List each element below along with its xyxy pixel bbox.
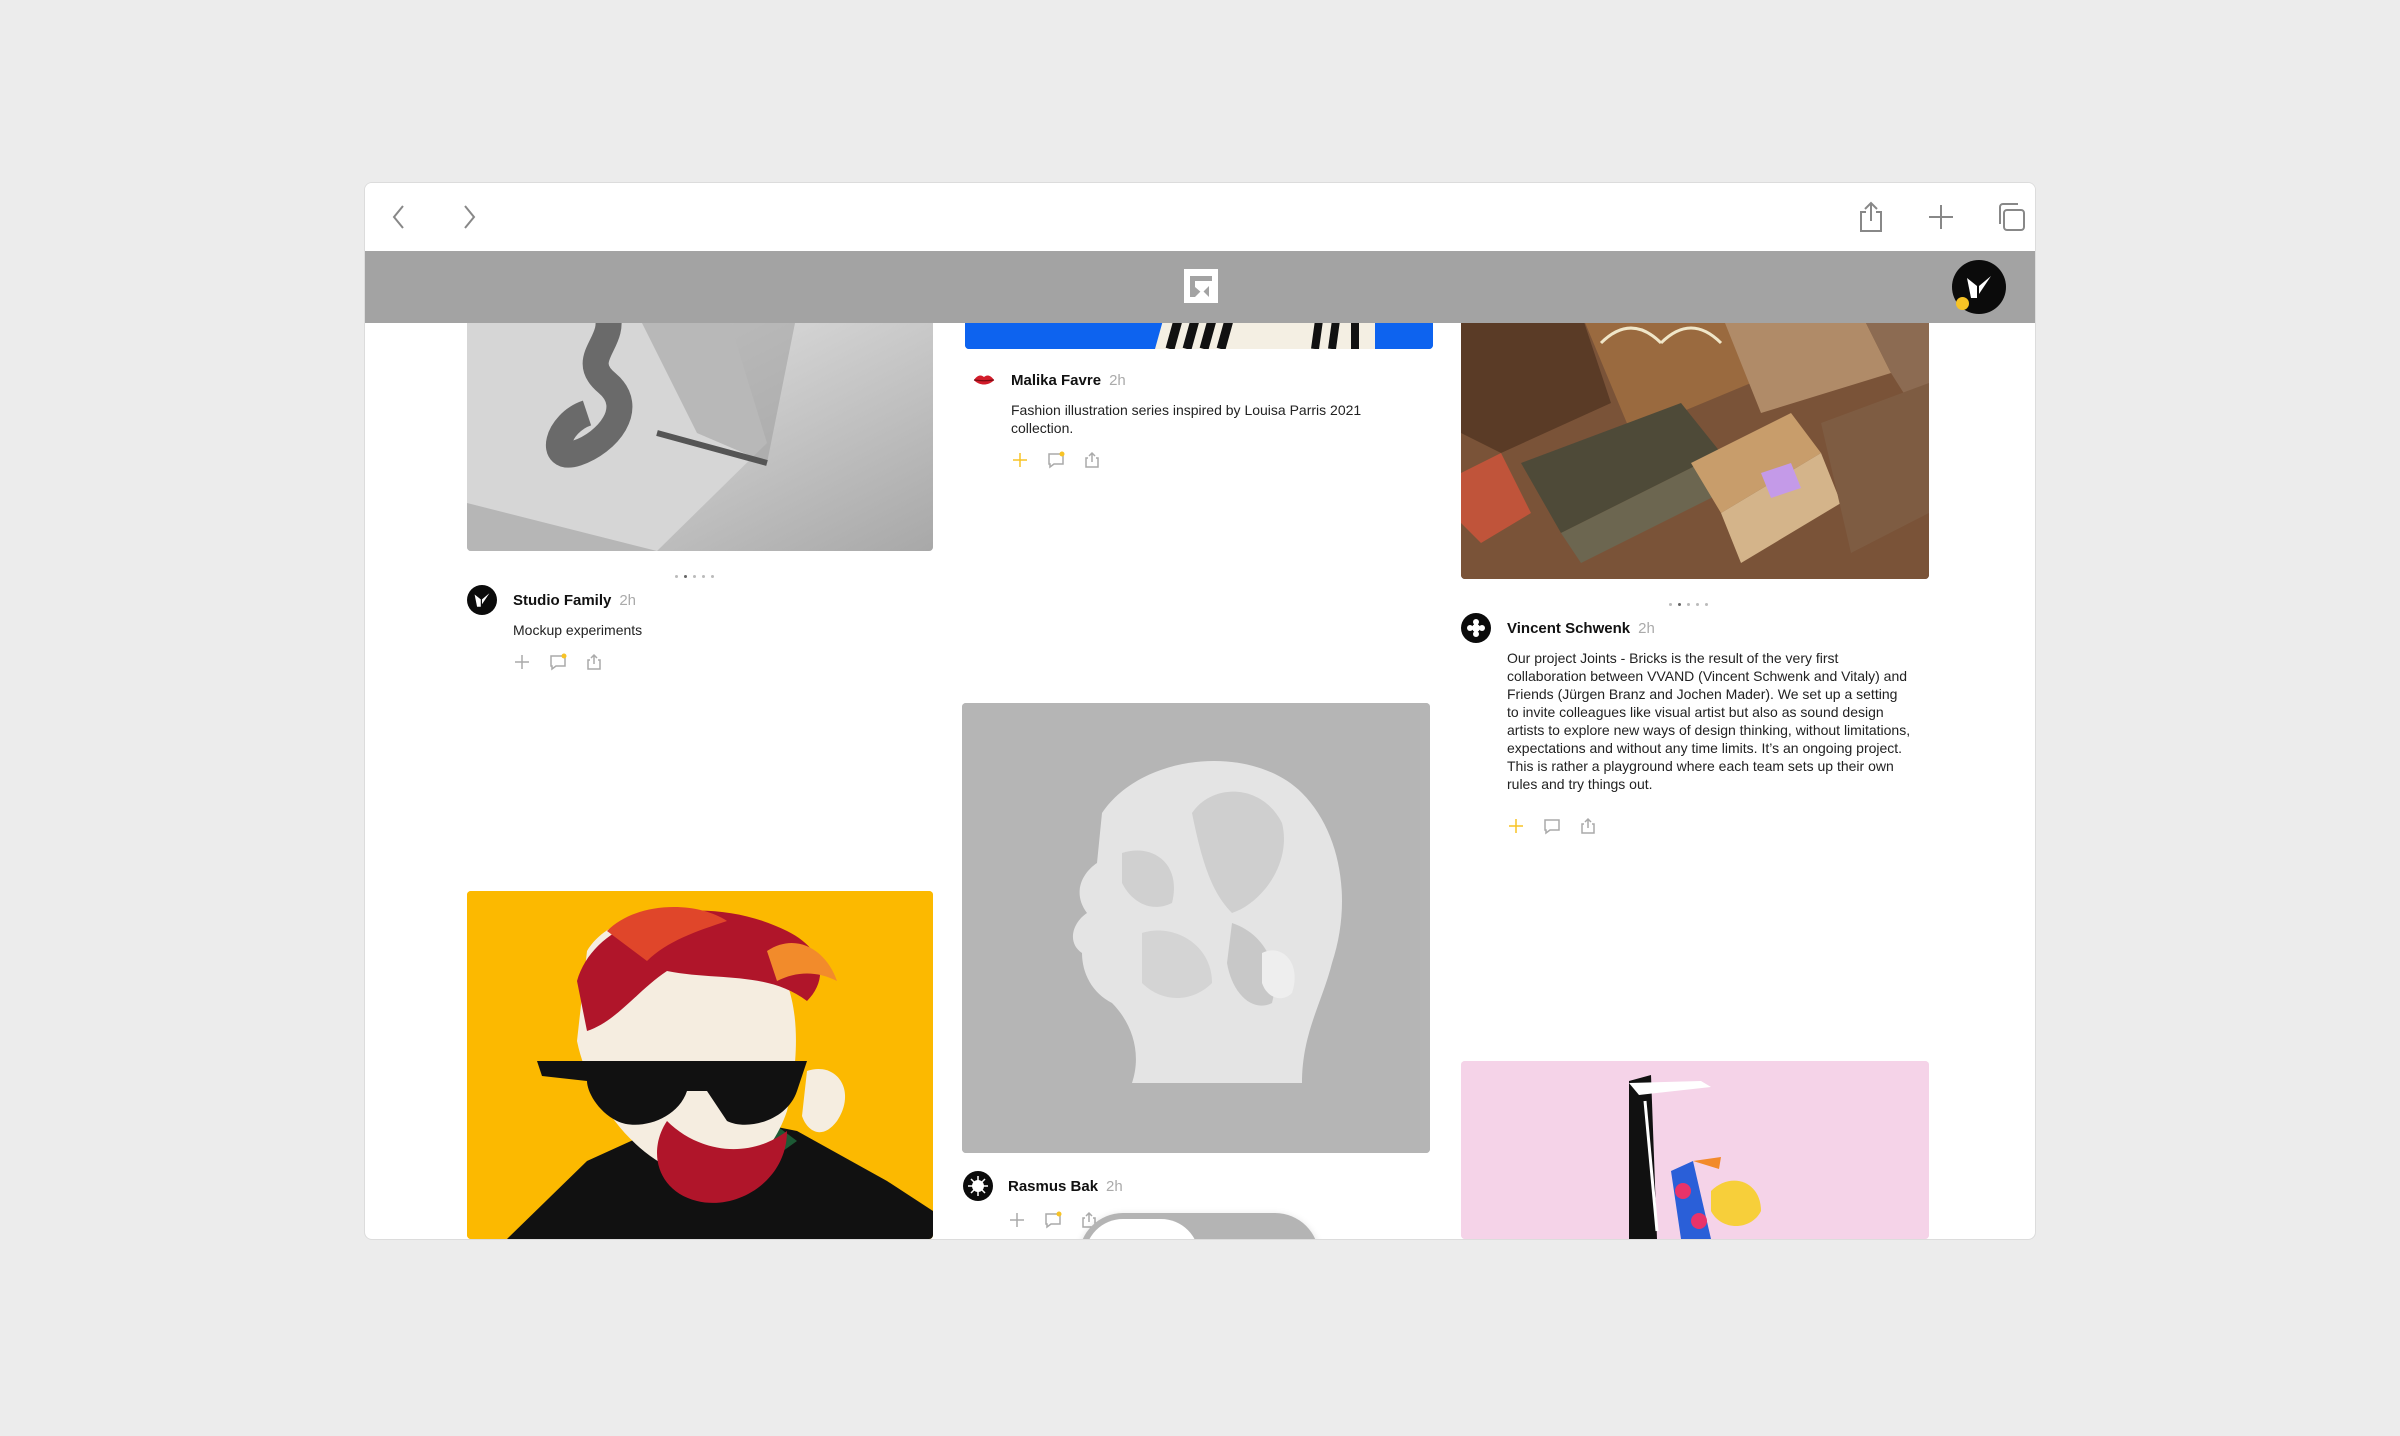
carousel-dots [675,575,714,578]
plus-icon [1929,205,1953,229]
share-icon[interactable] [1579,817,1597,835]
fashion-illustration [965,323,1433,349]
app-logo-icon[interactable] [1182,267,1220,305]
post-image[interactable] [467,323,933,551]
post-author[interactable]: Rasmus Bak 2h [1008,1178,1123,1195]
tabs-button[interactable] [1991,197,2031,237]
add-icon[interactable] [513,653,531,671]
add-icon[interactable] [1507,817,1525,835]
post-description: Our project Joints - Bricks is the resul… [1507,650,1911,792]
comment-icon[interactable] [549,653,567,671]
post-image[interactable] [1461,1061,1929,1239]
carousel-dots [1669,603,1708,606]
nav-profile-button[interactable] [1209,1219,1313,1239]
flower-icon [1467,619,1485,637]
share-icon [1860,201,1882,232]
chevron-left-icon [392,205,404,229]
add-icon[interactable] [1008,1211,1026,1229]
comment-icon[interactable] [1044,1211,1062,1229]
tabs-icon [1999,203,2025,231]
add-icon[interactable] [1011,451,1029,469]
lips-icon [973,375,995,385]
comment-icon[interactable] [1047,451,1065,469]
avatar[interactable] [963,1171,993,1201]
nav-home-button[interactable] [1085,1219,1199,1239]
user-avatar-button[interactable] [1952,260,2006,314]
avatar[interactable] [969,365,999,395]
post-image[interactable] [467,891,933,1239]
post-actions [513,653,603,671]
studio-logo-icon [1967,276,1991,298]
comment-icon[interactable] [1543,817,1561,835]
post-time: 2h [1106,1178,1123,1195]
portrait-illustration [467,891,933,1239]
share-button[interactable] [1851,197,1891,237]
post-author[interactable]: Vincent Schwenk 2h [1507,620,1655,637]
post-author[interactable]: Malika Favre 2h [1011,372,1126,389]
studio-logo-icon [474,593,490,607]
post-time: 2h [1638,620,1655,637]
share-icon[interactable] [1083,451,1101,469]
post-actions [1008,1211,1098,1229]
share-icon[interactable] [585,653,603,671]
post-time: 2h [619,592,637,609]
status-dot [1956,297,1969,310]
post-author[interactable]: Studio Family 2h [513,592,636,609]
chevron-right-icon [464,205,476,229]
post-image[interactable] [962,703,1430,1153]
app-header [365,251,2035,323]
feed: Studio Family 2h Mockup experiments Mali… [365,323,2035,1239]
bottom-nav [1079,1213,1319,1239]
new-tab-button[interactable] [1921,197,1961,237]
avatar[interactable] [467,585,497,615]
post-actions [1507,817,1597,835]
dancer-illustration [1461,1061,1929,1239]
browser-toolbar [365,183,2035,251]
post-time: 2h [1109,372,1126,389]
starburst-icon [968,1176,988,1196]
post-image[interactable] [1461,323,1929,579]
post-description: Mockup experiments [513,622,643,638]
browser-window: Studio Family 2h Mockup experiments Mali… [364,182,2036,1240]
wood-blocks-image [1461,323,1929,579]
post-description: Fashion illustration series inspired by … [1011,402,1362,436]
head-sculpture-image [962,703,1430,1153]
avatar[interactable] [1461,613,1491,643]
post-image[interactable] [965,323,1433,349]
post-actions [1011,451,1101,469]
forward-button[interactable] [449,197,489,237]
mockup-artwork [467,323,933,551]
back-button[interactable] [379,197,419,237]
